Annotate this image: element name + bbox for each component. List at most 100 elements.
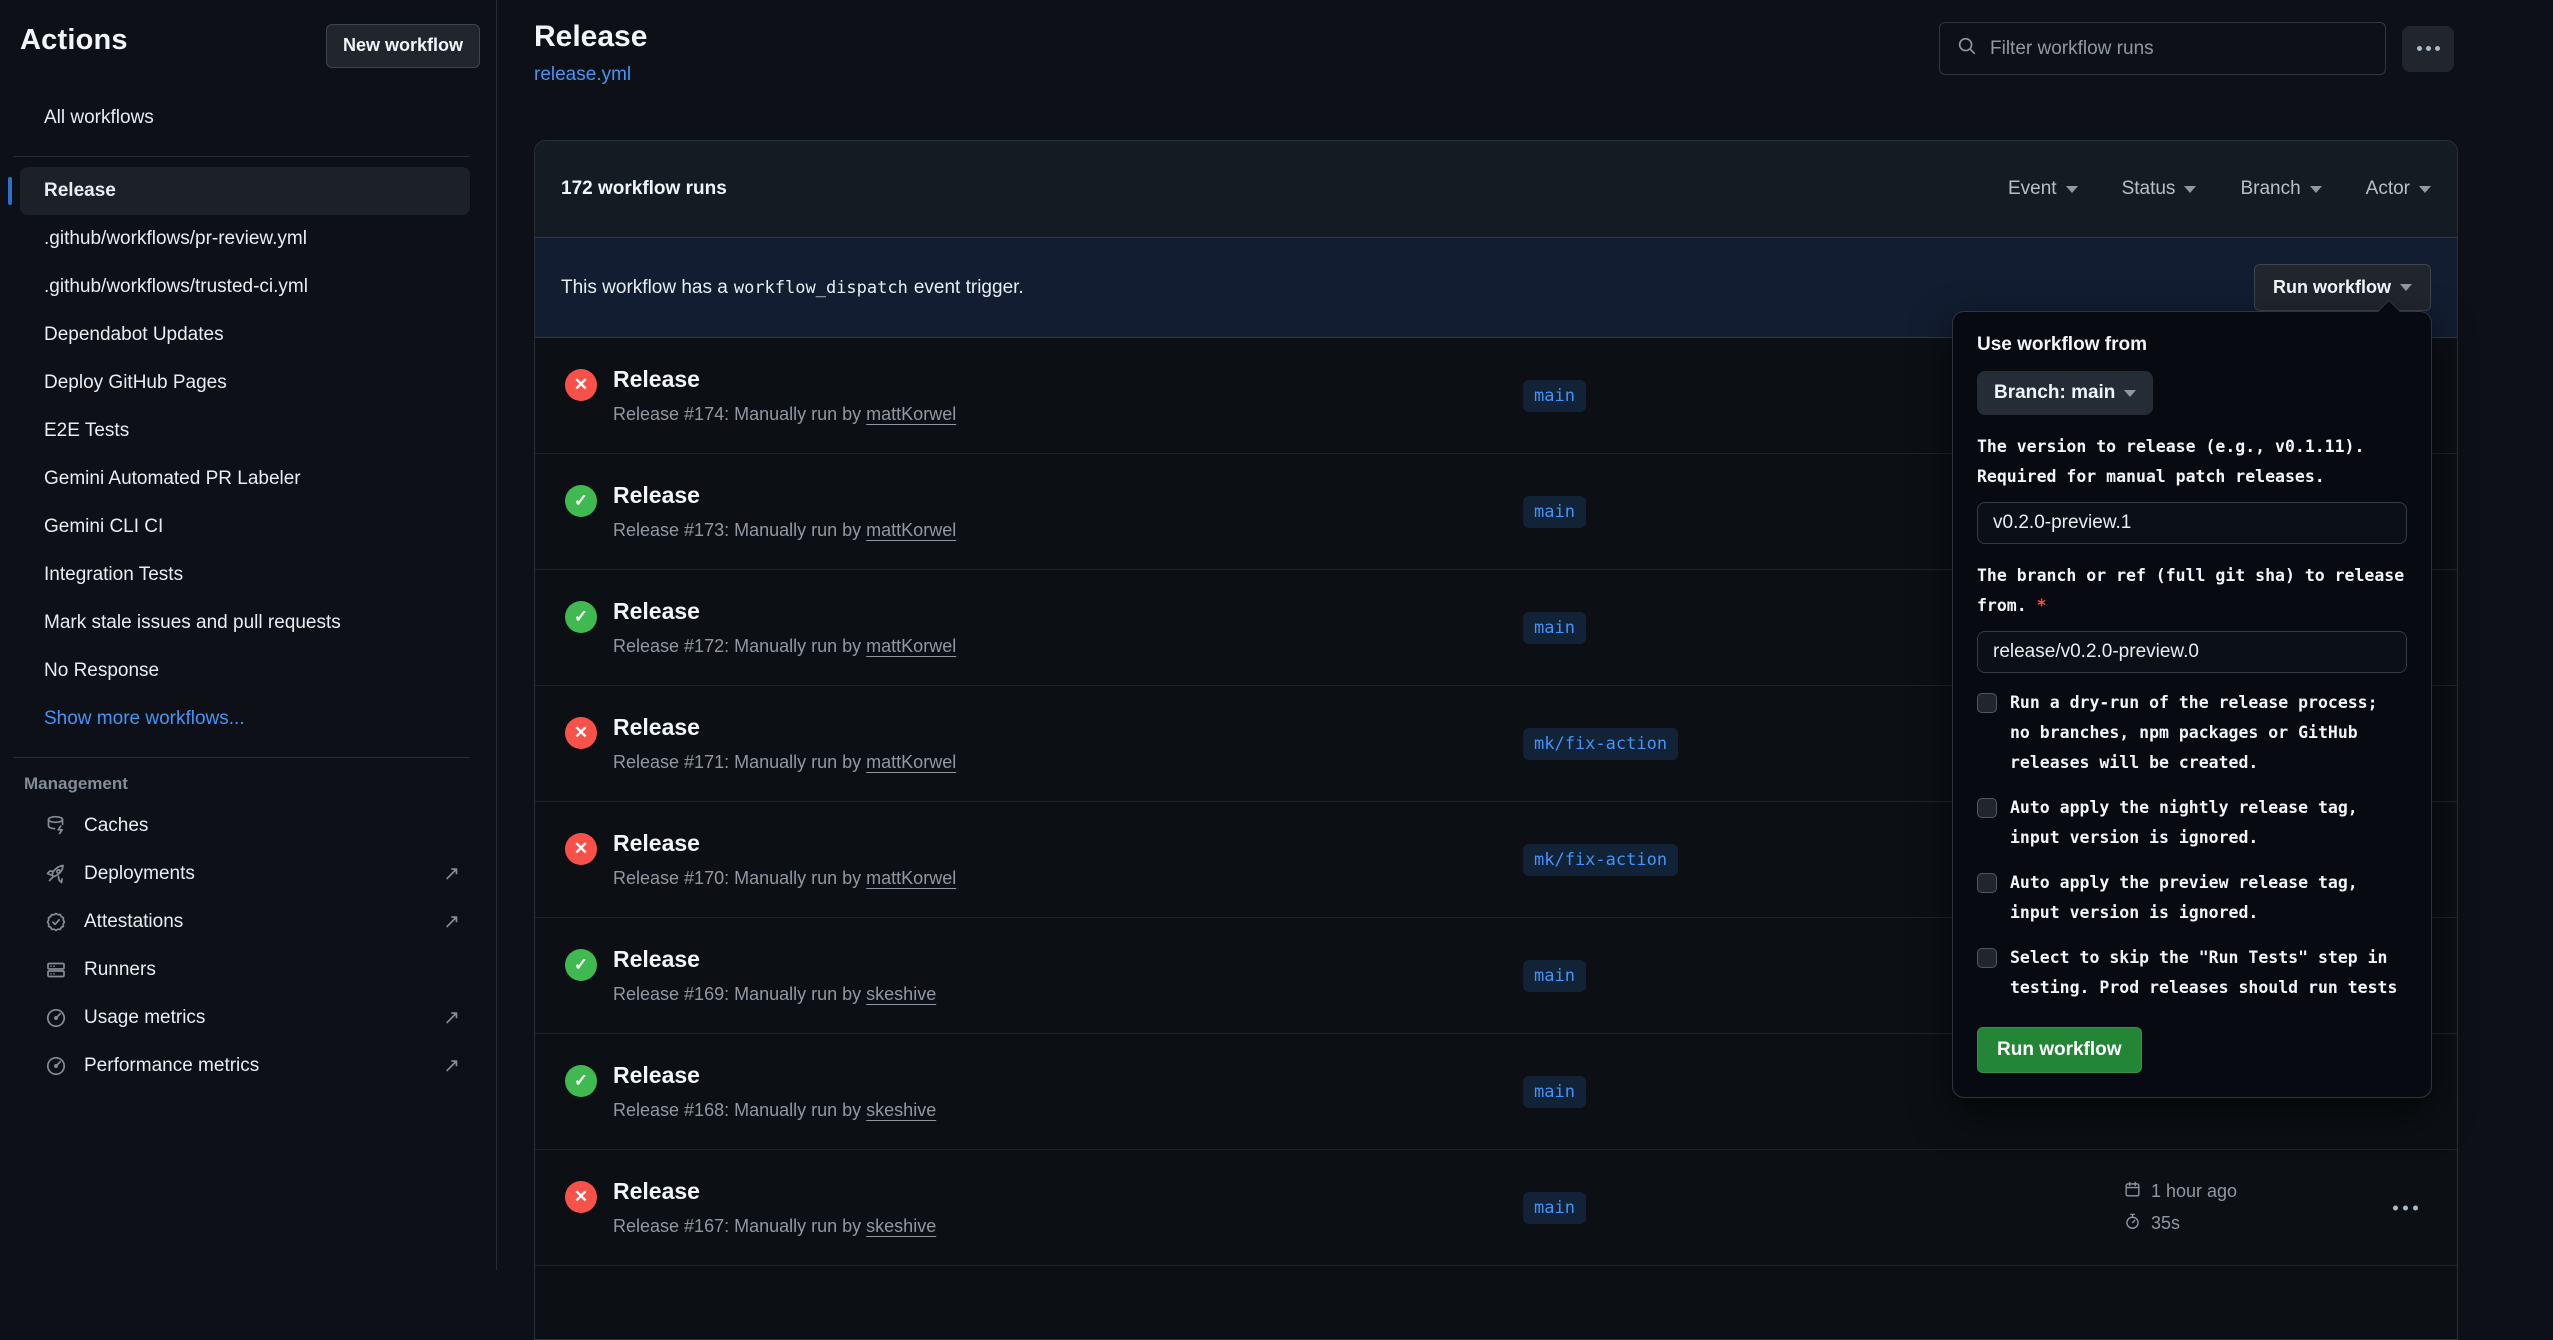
run-actor-link[interactable]: mattKorwel <box>866 752 956 772</box>
filter-branch-dropdown[interactable]: Branch <box>2240 178 2321 200</box>
sidebar-item-integration-tests[interactable]: Integration Tests <box>20 551 470 599</box>
sidebar-item-attestations[interactable]: Attestations ↗ <box>20 898 470 946</box>
run-title-link[interactable]: Release <box>613 1062 936 1089</box>
branch-chip[interactable]: main <box>1523 960 1586 992</box>
run-actor-link[interactable]: skeshive <box>866 1100 936 1120</box>
run-title-link[interactable]: Release <box>613 830 956 857</box>
run-actor-link[interactable]: mattKorwel <box>866 520 956 540</box>
sidebar-item-release[interactable]: Release <box>20 167 470 215</box>
ref-input[interactable] <box>1977 631 2407 673</box>
preview-tag-checkbox-row[interactable]: Auto apply the preview release tag, inpu… <box>1977 868 2407 928</box>
branch-chip[interactable]: main <box>1523 612 1586 644</box>
chevron-down-icon <box>2310 186 2322 193</box>
workflow-options-kebab-button[interactable] <box>2402 26 2454 72</box>
run-title-link[interactable]: Release <box>613 714 956 741</box>
run-workflow-submit-button[interactable]: Run workflow <box>1977 1027 2142 1073</box>
sidebar-item-usage-metrics[interactable]: Usage metrics ↗ <box>20 994 470 1042</box>
sidebar-item-no-response[interactable]: No Response <box>20 647 470 695</box>
chevron-down-icon <box>2066 186 2078 193</box>
sidebar-item-all-workflows[interactable]: All workflows <box>20 94 470 142</box>
filter-status-dropdown[interactable]: Status <box>2122 178 2197 200</box>
sidebar-item-runners[interactable]: Runners <box>20 946 470 994</box>
sidebar-item-trusted-ci[interactable]: .github/workflows/trusted-ci.yml <box>20 263 470 311</box>
version-field: The version to release (e.g., v0.1.11). … <box>1977 432 2407 544</box>
filter-event-dropdown[interactable]: Event <box>2008 178 2078 200</box>
sidebar-item-pr-review[interactable]: .github/workflows/pr-review.yml <box>20 215 470 263</box>
chevron-down-icon <box>2419 186 2431 193</box>
run-title-link[interactable]: Release <box>613 1178 936 1205</box>
checkbox-label: Auto apply the preview release tag, inpu… <box>2010 868 2407 928</box>
sidebar-item-mark-stale[interactable]: Mark stale issues and pull requests <box>20 599 470 647</box>
sidebar-item-caches[interactable]: Caches <box>20 802 470 850</box>
run-title-link[interactable]: Release <box>613 946 936 973</box>
nightly-tag-checkbox[interactable] <box>1977 798 1997 818</box>
sidebar-item-gemini-cli-ci[interactable]: Gemini CLI CI <box>20 503 470 551</box>
sidebar-item-performance-metrics[interactable]: Performance metrics ↗ <box>20 1042 470 1090</box>
run-actor-link[interactable]: skeshive <box>866 1216 936 1236</box>
sidebar-item-gemini-pr-labeler[interactable]: Gemini Automated PR Labeler <box>20 455 470 503</box>
dry-run-checkbox-row[interactable]: Run a dry-run of the release process; no… <box>1977 688 2407 778</box>
run-title-link[interactable]: Release <box>613 598 956 625</box>
show-more-workflows-link[interactable]: Show more workflows... <box>20 695 470 743</box>
required-asterisk: * <box>2037 596 2047 615</box>
branch-chip[interactable]: main <box>1523 1076 1586 1108</box>
filter-actor-dropdown[interactable]: Actor <box>2366 178 2431 200</box>
run-title-link[interactable]: Release <box>613 366 956 393</box>
management-list: Caches Deployments ↗ Attestations ↗ Runn… <box>20 802 470 1090</box>
branch-chip[interactable]: main <box>1523 1192 1586 1224</box>
run-status-icon <box>565 1181 597 1213</box>
run-actor-link[interactable]: mattKorwel <box>866 636 956 656</box>
branch-chip[interactable]: main <box>1523 380 1586 412</box>
run-actor-link[interactable]: mattKorwel <box>866 868 956 888</box>
database-icon <box>44 814 68 838</box>
branch-chip[interactable]: mk/fix-action <box>1523 728 1678 760</box>
sidebar-item-label: Usage metrics <box>84 994 205 1042</box>
branch-chip[interactable]: mk/fix-action <box>1523 844 1678 876</box>
preview-tag-checkbox[interactable] <box>1977 873 1997 893</box>
dry-run-checkbox[interactable] <box>1977 693 1997 713</box>
sidebar-item-label: Deployments <box>84 850 195 898</box>
search-icon <box>1956 35 1978 62</box>
version-input[interactable] <box>1977 502 2407 544</box>
run-time-ago: 1 hour ago <box>2151 1181 2237 1202</box>
run-actor-link[interactable]: skeshive <box>866 984 936 1004</box>
chevron-down-icon <box>2184 186 2196 193</box>
filter-workflow-runs-box[interactable] <box>1939 22 2386 75</box>
run-description: Release #170: Manually run by mattKorwel <box>613 868 956 889</box>
sidebar-item-deployments[interactable]: Deployments ↗ <box>20 850 470 898</box>
run-status-icon <box>565 717 597 749</box>
run-options-kebab-button[interactable] <box>2385 1197 2426 1218</box>
new-workflow-button[interactable]: New workflow <box>326 24 480 68</box>
run-status-icon <box>565 1065 597 1097</box>
sidebar-item-deploy-github-pages[interactable]: Deploy GitHub Pages <box>20 359 470 407</box>
workflow-file-link[interactable]: release.yml <box>534 64 631 86</box>
filter-workflow-runs-input[interactable] <box>1990 38 2369 60</box>
workflow-dispatch-code: workflow_dispatch <box>728 278 914 298</box>
branch-selector-button[interactable]: Branch: main <box>1977 371 2153 415</box>
branch-chip[interactable]: main <box>1523 496 1586 528</box>
stopwatch-icon <box>2123 1212 2142 1236</box>
checkbox-label: Run a dry-run of the release process; no… <box>2010 688 2407 778</box>
run-status-icon <box>565 949 597 981</box>
checkbox-label: Auto apply the nightly release tag, inpu… <box>2010 793 2407 853</box>
external-link-icon: ↗ <box>443 994 460 1042</box>
actions-sidebar: Actions New workflow All workflows Relea… <box>0 0 497 1270</box>
run-workflow-popover: Use workflow from Branch: main The versi… <box>1952 311 2432 1098</box>
skip-tests-checkbox[interactable] <box>1977 948 1997 968</box>
run-meta: 1 hour ago 35s <box>2123 1176 2237 1240</box>
sidebar-item-e2e-tests[interactable]: E2E Tests <box>20 407 470 455</box>
sidebar-item-dependabot-updates[interactable]: Dependabot Updates <box>20 311 470 359</box>
nightly-tag-checkbox-row[interactable]: Auto apply the nightly release tag, inpu… <box>1977 793 2407 853</box>
run-status-icon <box>565 485 597 517</box>
run-title-link[interactable]: Release <box>613 482 956 509</box>
skip-tests-checkbox-row[interactable]: Select to skip the "Run Tests" step in t… <box>1977 943 2407 1003</box>
workflow-list: Release .github/workflows/pr-review.yml … <box>20 167 470 743</box>
run-status-icon <box>565 369 597 401</box>
run-duration: 35s <box>2151 1213 2180 1234</box>
run-description: Release #173: Manually run by mattKorwel <box>613 520 956 541</box>
chevron-down-icon <box>2400 284 2412 291</box>
sidebar-title: Actions <box>20 24 128 57</box>
run-actor-link[interactable]: mattKorwel <box>866 404 956 424</box>
run-workflow-dropdown-button[interactable]: Run workflow <box>2254 264 2431 311</box>
management-section-label: Management <box>0 774 496 794</box>
